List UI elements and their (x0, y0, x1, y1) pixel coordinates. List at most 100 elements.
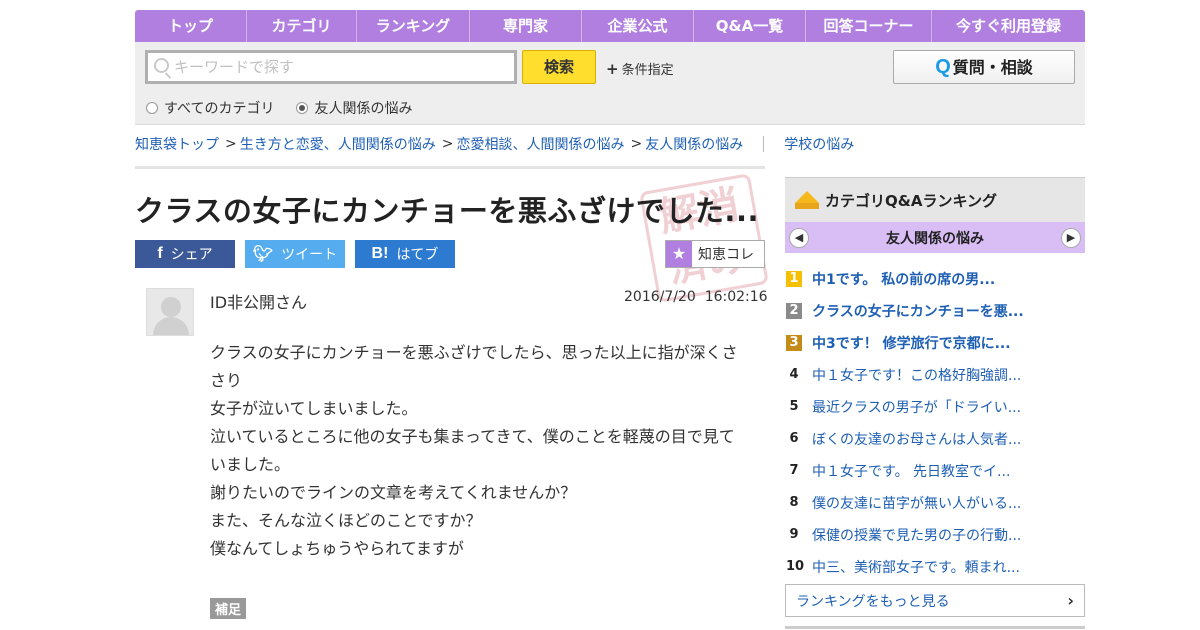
supplement-badge: 補足 (210, 598, 247, 619)
rank-number: 6 (789, 431, 799, 446)
share-label: はてブ (396, 247, 439, 263)
breadcrumb-link[interactable]: 知恵袋トップ (135, 134, 219, 154)
radio-dot (146, 102, 158, 114)
nav-answer-corner[interactable]: 回答コーナー (806, 10, 932, 42)
rank-number: 4 (789, 367, 799, 382)
nav-top[interactable]: トップ (135, 10, 247, 42)
ranking-link[interactable]: 中3です！ 修学旅行で京都に... (812, 333, 1011, 353)
hatena-icon: B! (371, 245, 389, 262)
radio-current-category[interactable]: 友人関係の悩み (296, 98, 412, 118)
question-date: 2016/7/20 16:02:16 (624, 289, 768, 305)
global-nav: トップ カテゴリ ランキング 専門家 企業公式 Q&A一覧 回答コーナー 今すぐ… (135, 10, 1085, 42)
question-body-line: 女子が泣いてしまいました。 (210, 399, 418, 418)
nav-ranking[interactable]: ランキング (357, 10, 470, 42)
share-buttons: f シェア 🐦︎ ツイート B! はてブ (135, 240, 455, 268)
search-area: 検索 +条件指定 Q質問・相談 すべてのカテゴリ 友人関係の悩み (135, 42, 1085, 125)
breadcrumb-separator: > (441, 136, 454, 152)
question-author: ID非公開さん (210, 293, 308, 312)
facebook-icon: f (157, 245, 163, 262)
divider (785, 626, 1085, 629)
rank-number: 3 (786, 335, 802, 351)
more-ranking-button[interactable]: ランキングをもっと見る › (785, 584, 1085, 617)
question-q-icon: Q (935, 56, 951, 78)
ranking-item[interactable]: 1 中1です。 私の前の席の男... (785, 263, 1085, 295)
breadcrumb-link[interactable]: 生き方と恋愛、人間関係の悩み (240, 134, 436, 154)
radio-label: すべてのカテゴリ (164, 101, 275, 117)
avatar (146, 288, 194, 336)
condition-label: 条件指定 (621, 63, 674, 78)
rank-number: 7 (789, 463, 799, 478)
ranking-item[interactable]: 2 クラスの女子にカンチョーを悪... (785, 295, 1085, 327)
twitter-share-button[interactable]: 🐦︎ ツイート (245, 240, 345, 268)
more-ranking-label: ランキングをもっと見る (796, 593, 950, 610)
hatena-bookmark-button[interactable]: B! はてブ (355, 240, 455, 268)
ranking-category-bar: ◀ 友人関係の悩み ▶ (785, 222, 1085, 253)
ranking-link[interactable]: 保健の授業で見た男の子の行動... (812, 525, 1021, 545)
avatar-head (161, 297, 181, 317)
facebook-share-button[interactable]: f シェア (135, 240, 235, 268)
nav-register[interactable]: 今すぐ利用登録 (932, 10, 1085, 42)
radio-dot-selected (296, 102, 309, 114)
prev-arrow-icon[interactable]: ◀ (789, 227, 809, 248)
breadcrumb-separator: > (630, 136, 643, 152)
ranking-link[interactable]: 最近クラスの男子が「ドライい... (812, 397, 1021, 417)
question-body: クラスの女子にカンチョーを悪ふざけでしたら、思った以上に指が深くささり 女子が泣… (210, 339, 750, 563)
search-input[interactable] (174, 56, 504, 78)
question-body-line: 僕なんてしょちゅうやられてますが (210, 539, 464, 558)
ranking-item[interactable]: 4 中１女子です！この格好胸強調... (785, 359, 1085, 391)
divider (135, 166, 765, 169)
rank-number: 5 (789, 399, 799, 414)
ranking-link[interactable]: 中１女子です！この格好胸強調... (812, 365, 1021, 385)
plus-icon: + (606, 60, 619, 78)
next-arrow-icon[interactable]: ▶ (1061, 227, 1081, 248)
rank-number: 1 (786, 271, 802, 287)
search-box[interactable] (145, 50, 517, 84)
nav-official[interactable]: 企業公式 (582, 10, 694, 42)
breadcrumb-link[interactable]: 友人関係の悩み (645, 134, 743, 154)
radio-all-categories[interactable]: すべてのカテゴリ (146, 98, 274, 118)
chiekore-button[interactable]: ★ 知恵コレ (665, 240, 765, 268)
ranking-item[interactable]: 7 中１女子です。 先日教室でイ... (785, 455, 1085, 487)
category-ranking: カテゴリQ&Aランキング ◀ 友人関係の悩み ▶ 1 中1です。 私の前の席の男.… (785, 177, 1085, 629)
ranking-title: カテゴリQ&Aランキング (825, 191, 997, 210)
divider (763, 136, 765, 152)
radio-label: 友人関係の悩み (314, 101, 413, 117)
rank-number: 2 (786, 303, 802, 319)
page: トップ カテゴリ ランキング 専門家 企業公式 Q&A一覧 回答コーナー 今すぐ… (135, 10, 1085, 629)
ranking-item[interactable]: 9 保健の授業で見た男の子の行動... (785, 519, 1085, 551)
rank-number: 8 (789, 495, 799, 510)
chevron-right-icon: › (1067, 591, 1074, 610)
question-body-line: また、そんな泣くほどのことですか？ (210, 511, 482, 530)
question-body-line: 泣いているところに他の女子も集まってきて、僕のことを軽蔑の目で見ていました。 (210, 427, 735, 474)
ranking-link[interactable]: 中三、美術部女子です。頼まれ... (812, 557, 1020, 577)
search-icon (154, 58, 169, 73)
ask-question-button[interactable]: Q 質問・相談 (893, 50, 1075, 84)
ranking-item[interactable]: 10 中三、美術部女子です。頼まれ... (785, 551, 1085, 583)
nav-experts[interactable]: 専門家 (470, 10, 582, 42)
category-scope: すべてのカテゴリ 友人関係の悩み (146, 98, 412, 118)
nav-qa-list[interactable]: Q&A一覧 (694, 10, 806, 42)
ranking-link[interactable]: 僕の友達に苗字が無い人がいる... (812, 493, 1021, 513)
ranking-item[interactable]: 8 僕の友達に苗字が無い人がいる... (785, 487, 1085, 519)
breadcrumb-link[interactable]: 恋愛相談、人間関係の悩み (456, 134, 624, 154)
ranking-link[interactable]: 中１女子です。 先日教室でイ... (812, 461, 1010, 481)
star-icon: ★ (666, 241, 692, 267)
share-label: ツイート (281, 247, 338, 263)
ranking-link[interactable]: ぼくの友達のお母さんは人気者... (812, 429, 1021, 449)
rank-number: 10 (786, 559, 805, 574)
ranking-link[interactable]: クラスの女子にカンチョーを悪... (812, 301, 1024, 321)
ranking-header: カテゴリQ&Aランキング (785, 177, 1085, 222)
ranking-item[interactable]: 5 最近クラスの男子が「ドライい... (785, 391, 1085, 423)
crown-icon (795, 191, 819, 209)
ranking-item[interactable]: 3 中3です！ 修学旅行で京都に... (785, 327, 1085, 359)
share-label: シェア (170, 247, 213, 263)
chiekore-label: 知恵コレ (698, 247, 754, 263)
avatar-body (153, 317, 189, 335)
related-category-link[interactable]: 学校の悩み (784, 134, 854, 154)
ranking-item[interactable]: 6 ぼくの友達のお母さんは人気者... (785, 423, 1085, 455)
ranking-link[interactable]: 中1です。 私の前の席の男... (812, 269, 995, 289)
nav-category[interactable]: カテゴリ (247, 10, 357, 42)
breadcrumb: 知恵袋トップ > 生き方と恋愛、人間関係の悩み > 恋愛相談、人間関係の悩み >… (135, 134, 854, 154)
search-button[interactable]: 検索 (522, 50, 596, 84)
condition-toggle[interactable]: + 条件指定 (606, 59, 674, 78)
